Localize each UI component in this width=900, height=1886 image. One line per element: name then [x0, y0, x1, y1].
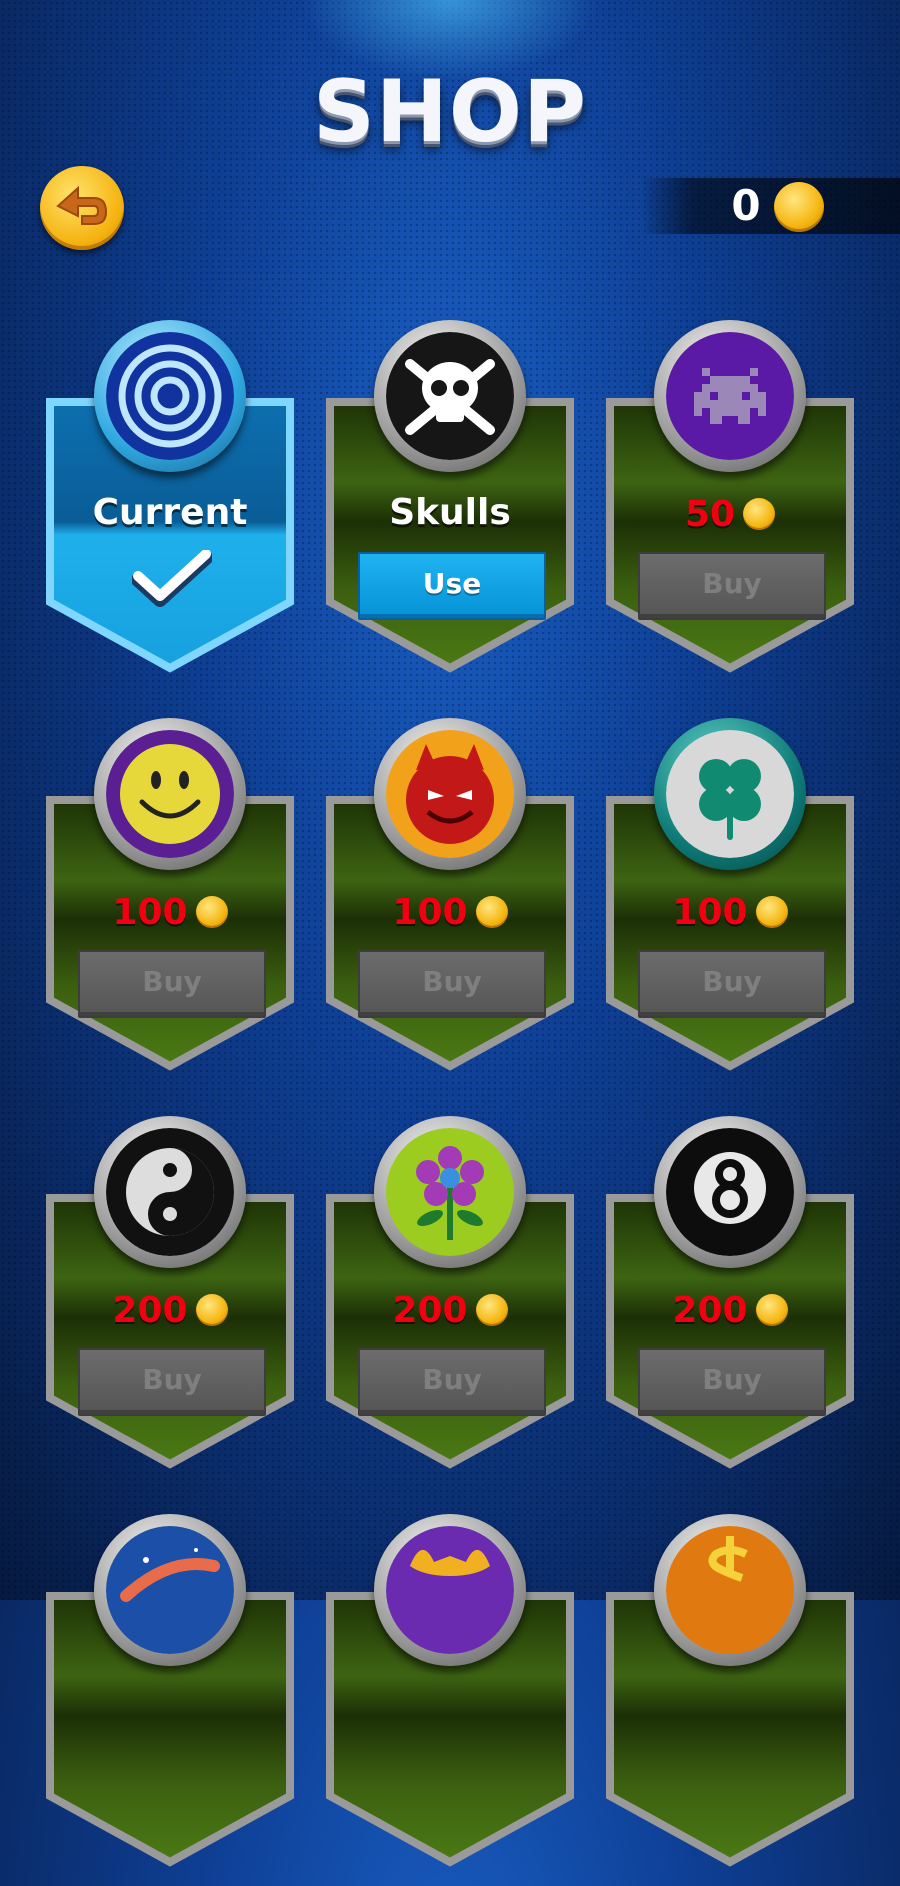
shop-item-flower[interactable]: 200 Buy: [324, 1116, 576, 1488]
dollar-sign-icon: [654, 1514, 806, 1666]
gold-coin-icon: [475, 896, 508, 928]
buy-button[interactable]: Buy: [78, 950, 266, 1018]
planet-icon: [94, 1514, 246, 1666]
price-value: 100: [672, 891, 748, 933]
gold-coin-icon: [755, 1294, 788, 1326]
price-tag: 200: [44, 1288, 296, 1332]
shop-item-yinyang[interactable]: 200 Buy: [44, 1116, 296, 1488]
item-current-label: Current: [92, 492, 248, 533]
price-value: 200: [112, 1289, 188, 1331]
skull-crossbones-icon: [374, 320, 526, 472]
gold-coin-icon: [774, 182, 824, 232]
gold-coin-icon: [195, 896, 228, 928]
yin-yang-icon: [94, 1116, 246, 1268]
shop-item-invader[interactable]: 50 Buy: [604, 320, 856, 692]
page-title: SHOP: [312, 62, 588, 162]
shop-item-smiley[interactable]: 100 Buy: [44, 718, 296, 1090]
shop-item-demon[interactable]: [324, 1514, 576, 1886]
gold-coin-icon: [755, 896, 788, 928]
price-tag: 100: [44, 890, 296, 934]
shop-item-space[interactable]: [44, 1514, 296, 1886]
price-tag: 100: [324, 890, 576, 934]
price-value: 100: [392, 891, 468, 933]
price-value: 100: [112, 891, 188, 933]
buy-button[interactable]: Buy: [638, 950, 826, 1018]
price-value: 200: [672, 1289, 748, 1331]
checkmark-icon: [132, 550, 212, 607]
smiley-face-icon: [94, 718, 246, 870]
coin-balance: 0: [731, 181, 761, 230]
blue-spiral-icon: [94, 320, 246, 472]
back-arrow-icon: [56, 185, 108, 225]
price-value: 50: [684, 493, 736, 535]
price-value: 200: [392, 1289, 468, 1331]
devil-face-icon: [374, 718, 526, 870]
buy-button[interactable]: Buy: [358, 1348, 546, 1416]
price-tag: 200: [604, 1288, 856, 1332]
flower-icon: [374, 1116, 526, 1268]
back-button[interactable]: [40, 166, 124, 250]
use-button[interactable]: Use: [358, 552, 546, 620]
price-tag: 100: [604, 890, 856, 934]
purple-demon-icon: [374, 1514, 526, 1666]
shop-item-clover[interactable]: 100 Buy: [604, 718, 856, 1090]
gold-coin-icon: [475, 1294, 508, 1326]
price-tag: 50: [604, 492, 856, 536]
buy-button[interactable]: Buy: [638, 552, 826, 620]
eight-ball-icon: [654, 1116, 806, 1268]
shop-item-eightball[interactable]: 200 Buy: [604, 1116, 856, 1488]
coin-balance-bar: [640, 178, 900, 234]
buy-button[interactable]: Buy: [358, 950, 546, 1018]
shop-item-devil[interactable]: 100 Buy: [324, 718, 576, 1090]
gold-coin-icon: [743, 498, 776, 530]
space-invader-icon: [654, 320, 806, 472]
buy-button[interactable]: Buy: [638, 1348, 826, 1416]
buy-button[interactable]: Buy: [78, 1348, 266, 1416]
item-name-skulls: Skulls: [389, 492, 511, 533]
shop-item-spiral[interactable]: Current: [44, 320, 296, 692]
shop-item-dollar[interactable]: [604, 1514, 856, 1886]
price-tag: 200: [324, 1288, 576, 1332]
shop-item-skulls[interactable]: Skulls Use: [324, 320, 576, 692]
four-leaf-clover-icon: [654, 718, 806, 870]
gold-coin-icon: [195, 1294, 228, 1326]
